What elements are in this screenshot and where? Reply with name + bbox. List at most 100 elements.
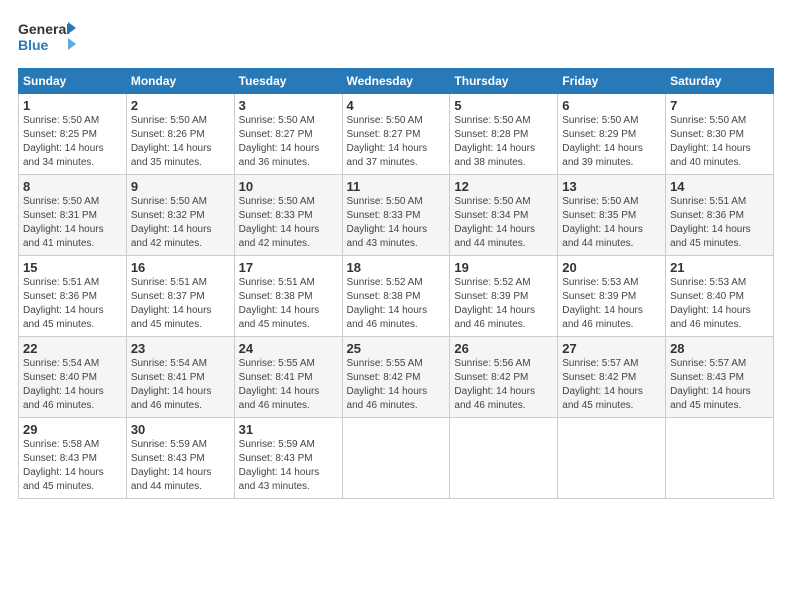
day-cell: 22Sunrise: 5:54 AMSunset: 8:40 PMDayligh… [19,337,127,418]
header-day-sunday: Sunday [19,69,127,94]
header-day-monday: Monday [126,69,234,94]
day-cell: 9Sunrise: 5:50 AMSunset: 8:32 PMDaylight… [126,175,234,256]
day-info: Sunrise: 5:50 AMSunset: 8:25 PMDaylight:… [23,114,122,170]
svg-text:General: General [18,21,70,37]
week-row-5: 29Sunrise: 5:58 AMSunset: 8:43 PMDayligh… [19,418,774,499]
day-number: 24 [239,341,338,356]
day-info: Sunrise: 5:50 AMSunset: 8:28 PMDaylight:… [454,114,553,170]
day-cell: 26Sunrise: 5:56 AMSunset: 8:42 PMDayligh… [450,337,558,418]
day-cell: 4Sunrise: 5:50 AMSunset: 8:27 PMDaylight… [342,94,450,175]
day-number: 20 [562,260,661,275]
day-number: 14 [670,179,769,194]
day-info: Sunrise: 5:51 AMSunset: 8:36 PMDaylight:… [670,195,769,251]
day-info: Sunrise: 5:51 AMSunset: 8:36 PMDaylight:… [23,276,122,332]
week-row-2: 8Sunrise: 5:50 AMSunset: 8:31 PMDaylight… [19,175,774,256]
day-cell: 2Sunrise: 5:50 AMSunset: 8:26 PMDaylight… [126,94,234,175]
day-cell: 7Sunrise: 5:50 AMSunset: 8:30 PMDaylight… [666,94,774,175]
day-number: 5 [454,98,553,113]
day-info: Sunrise: 5:50 AMSunset: 8:27 PMDaylight:… [347,114,446,170]
header-day-tuesday: Tuesday [234,69,342,94]
week-row-3: 15Sunrise: 5:51 AMSunset: 8:36 PMDayligh… [19,256,774,337]
day-cell: 24Sunrise: 5:55 AMSunset: 8:41 PMDayligh… [234,337,342,418]
svg-text:Blue: Blue [18,37,49,53]
day-cell: 25Sunrise: 5:55 AMSunset: 8:42 PMDayligh… [342,337,450,418]
day-number: 26 [454,341,553,356]
day-cell: 17Sunrise: 5:51 AMSunset: 8:38 PMDayligh… [234,256,342,337]
day-info: Sunrise: 5:51 AMSunset: 8:37 PMDaylight:… [131,276,230,332]
day-number: 8 [23,179,122,194]
day-number: 23 [131,341,230,356]
day-number: 9 [131,179,230,194]
day-number: 31 [239,422,338,437]
day-number: 1 [23,98,122,113]
day-cell [558,418,666,499]
day-number: 7 [670,98,769,113]
day-info: Sunrise: 5:59 AMSunset: 8:43 PMDaylight:… [239,438,338,494]
day-cell [450,418,558,499]
day-cell: 18Sunrise: 5:52 AMSunset: 8:38 PMDayligh… [342,256,450,337]
calendar-table: SundayMondayTuesdayWednesdayThursdayFrid… [18,68,774,499]
day-info: Sunrise: 5:51 AMSunset: 8:38 PMDaylight:… [239,276,338,332]
day-info: Sunrise: 5:50 AMSunset: 8:30 PMDaylight:… [670,114,769,170]
day-cell [342,418,450,499]
day-cell: 14Sunrise: 5:51 AMSunset: 8:36 PMDayligh… [666,175,774,256]
header: GeneralBlue [18,18,774,56]
day-number: 3 [239,98,338,113]
day-cell: 21Sunrise: 5:53 AMSunset: 8:40 PMDayligh… [666,256,774,337]
day-number: 2 [131,98,230,113]
day-info: Sunrise: 5:54 AMSunset: 8:40 PMDaylight:… [23,357,122,413]
calendar-body: 1Sunrise: 5:50 AMSunset: 8:25 PMDaylight… [19,94,774,499]
day-cell: 30Sunrise: 5:59 AMSunset: 8:43 PMDayligh… [126,418,234,499]
day-info: Sunrise: 5:59 AMSunset: 8:43 PMDaylight:… [131,438,230,494]
day-cell: 28Sunrise: 5:57 AMSunset: 8:43 PMDayligh… [666,337,774,418]
day-cell: 10Sunrise: 5:50 AMSunset: 8:33 PMDayligh… [234,175,342,256]
header-day-wednesday: Wednesday [342,69,450,94]
header-day-friday: Friday [558,69,666,94]
day-cell: 5Sunrise: 5:50 AMSunset: 8:28 PMDaylight… [450,94,558,175]
day-info: Sunrise: 5:54 AMSunset: 8:41 PMDaylight:… [131,357,230,413]
day-info: Sunrise: 5:50 AMSunset: 8:33 PMDaylight:… [239,195,338,251]
logo-svg: GeneralBlue [18,18,78,56]
day-number: 19 [454,260,553,275]
day-info: Sunrise: 5:50 AMSunset: 8:31 PMDaylight:… [23,195,122,251]
day-info: Sunrise: 5:50 AMSunset: 8:33 PMDaylight:… [347,195,446,251]
header-row: SundayMondayTuesdayWednesdayThursdayFrid… [19,69,774,94]
day-info: Sunrise: 5:50 AMSunset: 8:35 PMDaylight:… [562,195,661,251]
day-cell: 15Sunrise: 5:51 AMSunset: 8:36 PMDayligh… [19,256,127,337]
day-number: 6 [562,98,661,113]
day-info: Sunrise: 5:53 AMSunset: 8:39 PMDaylight:… [562,276,661,332]
day-cell: 27Sunrise: 5:57 AMSunset: 8:42 PMDayligh… [558,337,666,418]
day-cell: 3Sunrise: 5:50 AMSunset: 8:27 PMDaylight… [234,94,342,175]
day-cell: 23Sunrise: 5:54 AMSunset: 8:41 PMDayligh… [126,337,234,418]
header-day-saturday: Saturday [666,69,774,94]
day-cell: 13Sunrise: 5:50 AMSunset: 8:35 PMDayligh… [558,175,666,256]
day-number: 11 [347,179,446,194]
day-cell: 16Sunrise: 5:51 AMSunset: 8:37 PMDayligh… [126,256,234,337]
day-number: 27 [562,341,661,356]
day-info: Sunrise: 5:57 AMSunset: 8:43 PMDaylight:… [670,357,769,413]
day-cell: 11Sunrise: 5:50 AMSunset: 8:33 PMDayligh… [342,175,450,256]
day-info: Sunrise: 5:57 AMSunset: 8:42 PMDaylight:… [562,357,661,413]
logo: GeneralBlue [18,18,78,56]
day-number: 4 [347,98,446,113]
day-number: 30 [131,422,230,437]
day-info: Sunrise: 5:55 AMSunset: 8:42 PMDaylight:… [347,357,446,413]
day-number: 22 [23,341,122,356]
day-cell [666,418,774,499]
week-row-4: 22Sunrise: 5:54 AMSunset: 8:40 PMDayligh… [19,337,774,418]
day-cell: 6Sunrise: 5:50 AMSunset: 8:29 PMDaylight… [558,94,666,175]
day-number: 15 [23,260,122,275]
day-info: Sunrise: 5:52 AMSunset: 8:39 PMDaylight:… [454,276,553,332]
day-number: 29 [23,422,122,437]
day-number: 18 [347,260,446,275]
day-info: Sunrise: 5:50 AMSunset: 8:34 PMDaylight:… [454,195,553,251]
day-info: Sunrise: 5:50 AMSunset: 8:29 PMDaylight:… [562,114,661,170]
day-cell: 19Sunrise: 5:52 AMSunset: 8:39 PMDayligh… [450,256,558,337]
page-container: GeneralBlue SundayMondayTuesdayWednesday… [0,0,792,509]
day-number: 17 [239,260,338,275]
calendar-header: SundayMondayTuesdayWednesdayThursdayFrid… [19,69,774,94]
day-cell: 29Sunrise: 5:58 AMSunset: 8:43 PMDayligh… [19,418,127,499]
day-cell: 20Sunrise: 5:53 AMSunset: 8:39 PMDayligh… [558,256,666,337]
day-cell: 1Sunrise: 5:50 AMSunset: 8:25 PMDaylight… [19,94,127,175]
day-cell: 8Sunrise: 5:50 AMSunset: 8:31 PMDaylight… [19,175,127,256]
